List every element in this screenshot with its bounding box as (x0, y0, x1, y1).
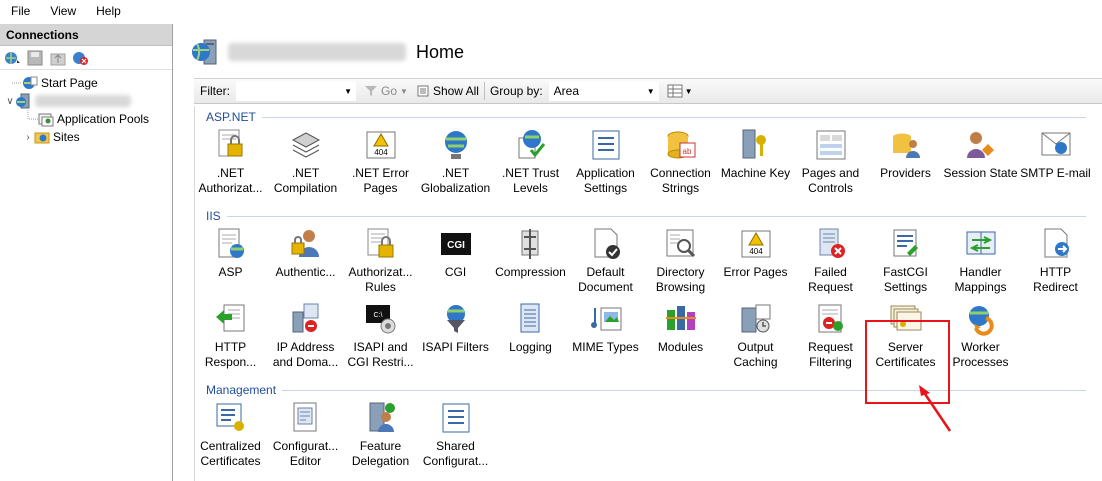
tree-item-application-pools[interactable]: Application Pools (38, 110, 149, 128)
group-by-label: Group by: (489, 84, 543, 98)
page-title: Home (416, 41, 465, 62)
connections-pane: Connections Start Page ∨ Application Poo… (0, 24, 173, 481)
smtp-email-icon (1039, 128, 1073, 162)
feature-tile-http-redirect[interactable]: HTTP Redirect (1018, 227, 1093, 299)
feature-tile-smtp-email[interactable]: SMTP E-mail (1018, 128, 1093, 200)
go-button[interactable]: Go ▼ (364, 84, 408, 98)
filter-bar: Filter: ▼ Go ▼ Show All Group by: Area ▼… (194, 78, 1102, 104)
chevron-down-icon[interactable]: ▼ (647, 87, 655, 96)
connections-toolbar (0, 46, 172, 70)
tree-label-sites: Sites (53, 130, 80, 144)
server-name-redacted (228, 43, 406, 61)
connect-globe-icon[interactable] (2, 49, 22, 67)
tree-label-application-pools: Application Pools (57, 112, 150, 126)
page-header: Home (190, 36, 464, 68)
up-folder-icon[interactable] (48, 49, 68, 67)
feature-tile-label: HTTP Redirect (1033, 265, 1078, 294)
funnel-icon (365, 86, 377, 96)
server-globe-icon (192, 39, 217, 65)
feature-tile-label: SMTP E-mail (1020, 166, 1091, 180)
tree-label-start-page: Start Page (41, 76, 98, 90)
filter-label: Filter: (200, 84, 230, 98)
save-icon[interactable] (25, 49, 45, 67)
view-tiles-icon (667, 84, 683, 98)
show-all-icon (417, 85, 429, 97)
tree-connector-lines (12, 82, 38, 120)
separator (483, 82, 485, 100)
connections-header: Connections (0, 24, 172, 46)
features-view: ASP.NET IIS Management .NET Authorizat..… (194, 106, 1102, 481)
application-pools-icon (38, 113, 54, 127)
chevron-down-icon: ▼ (400, 86, 408, 96)
http-redirect-icon (1039, 227, 1073, 261)
menu-file[interactable]: File (0, 4, 39, 18)
chevron-down-icon: ▼ (684, 86, 693, 96)
menu-bar: File View Help (0, 0, 1102, 22)
menu-view[interactable]: View (39, 4, 85, 18)
disconnect-icon[interactable] (71, 49, 91, 67)
view-mode-button[interactable]: ▼ (667, 84, 693, 98)
menu-help[interactable]: Help (85, 4, 130, 18)
chevron-down-icon[interactable]: ▼ (344, 87, 352, 96)
show-all-button[interactable]: Show All (416, 84, 479, 98)
red-arrow-annotation (919, 385, 952, 432)
show-all-label: Show All (432, 84, 479, 98)
main-panel: Home Filter: ▼ Go ▼ Show All Group by: A… (180, 24, 1102, 481)
server-name-redacted (35, 95, 131, 107)
go-label: Go (381, 84, 398, 98)
group-by-value: Area (553, 84, 580, 98)
group-by-select[interactable]: Area ▼ (548, 81, 659, 101)
filter-input[interactable]: ▼ (236, 81, 356, 101)
